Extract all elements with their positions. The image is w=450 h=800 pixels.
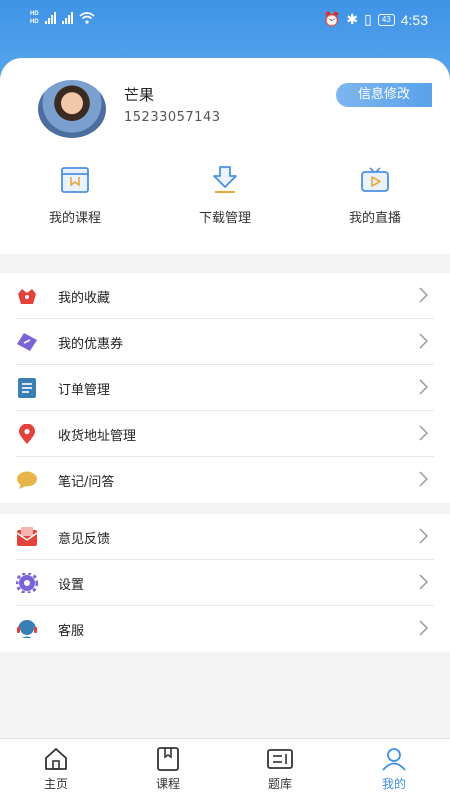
chevron-right-icon — [419, 528, 428, 544]
signal-icon — [44, 12, 56, 24]
quick-download-manage[interactable]: 下载管理 — [170, 165, 280, 226]
battery-icon: 43 — [377, 13, 395, 26]
quick-label: 我的课程 — [48, 211, 101, 226]
chevron-right-icon — [419, 379, 428, 395]
download-icon — [213, 166, 237, 193]
live-tv-icon — [361, 167, 389, 192]
question-bank-icon — [267, 749, 293, 769]
chat-bubble-icon — [17, 471, 37, 489]
menu-item-coupons[interactable]: 我的优惠券 — [16, 319, 434, 365]
bluetooth-icon: ✱ — [346, 11, 359, 27]
bottom-tab-bar: 主页 课程 题库 我的 — [0, 738, 450, 800]
order-icon — [18, 378, 36, 398]
avatar[interactable] — [38, 80, 106, 138]
chevron-right-icon — [419, 574, 428, 590]
network-type-icon: HD HD — [30, 11, 39, 25]
menu-label: 订单管理 — [58, 383, 111, 398]
menu-label: 笔记/问答 — [58, 475, 115, 490]
chevron-right-icon — [419, 287, 428, 303]
menu-item-notes-qa[interactable]: 笔记/问答 — [16, 457, 434, 503]
status-bar: HD HD ⏰ ✱ ▯ 43 4:53 — [0, 0, 450, 40]
menu-label: 设置 — [58, 578, 85, 593]
tab-label: 我的 — [381, 777, 406, 791]
chevron-right-icon — [419, 471, 428, 487]
menu-group-secondary: 意见反馈 设置 客服 — [0, 514, 450, 652]
menu-item-settings[interactable]: 设置 — [16, 560, 434, 606]
home-icon — [45, 748, 67, 770]
menu-item-orders[interactable]: 订单管理 — [16, 365, 434, 411]
menu-label: 我的优惠券 — [58, 337, 124, 352]
alarm-icon: ⏰ — [322, 11, 341, 27]
menu-label: 意见反馈 — [58, 532, 111, 547]
quick-my-live[interactable]: 我的直播 — [320, 165, 430, 226]
tab-label: 课程 — [155, 777, 180, 791]
wifi-icon — [79, 12, 95, 24]
customer-service-icon — [17, 620, 37, 638]
menu-group-primary: 我的收藏 我的优惠券 订单管理 收货地址管理 笔记/问答 — [0, 273, 450, 503]
feedback-icon — [16, 527, 38, 546]
menu-item-address[interactable]: 收货地址管理 — [16, 411, 434, 457]
course-icon — [157, 747, 179, 771]
tab-courses[interactable]: 课程 — [128, 747, 208, 792]
tab-label: 主页 — [43, 777, 68, 791]
menu-label: 收货地址管理 — [58, 429, 137, 444]
vibrate-icon: ▯ — [364, 11, 372, 27]
tab-question-bank[interactable]: 题库 — [240, 747, 320, 792]
location-pin-icon — [19, 424, 35, 444]
quick-label: 下载管理 — [198, 211, 251, 226]
clock: 4:53 — [400, 11, 428, 28]
chevron-right-icon — [419, 333, 428, 349]
signal-icon-2 — [61, 12, 73, 24]
favorite-icon — [18, 289, 36, 304]
chevron-right-icon — [419, 425, 428, 441]
quick-label: 我的直播 — [348, 211, 401, 226]
settings-gear-icon — [16, 573, 38, 593]
coupon-icon — [17, 333, 37, 351]
quick-my-courses[interactable]: 我的课程 — [20, 165, 130, 226]
menu-item-favorites[interactable]: 我的收藏 — [16, 273, 434, 319]
edit-info-button[interactable]: 信息修改 — [336, 83, 432, 107]
course-book-icon — [61, 167, 89, 193]
chevron-right-icon — [419, 620, 428, 636]
tab-home[interactable]: 主页 — [16, 747, 96, 792]
tab-mine[interactable]: 我的 — [354, 747, 434, 792]
user-phone: 15233057143 — [124, 110, 221, 125]
menu-item-feedback[interactable]: 意见反馈 — [16, 514, 434, 560]
menu-item-customer-service[interactable]: 客服 — [16, 606, 434, 652]
menu-label: 客服 — [58, 624, 85, 639]
tab-label: 题库 — [267, 777, 292, 791]
user-name: 芒果 — [124, 86, 155, 104]
profile-icon — [382, 748, 406, 771]
menu-label: 我的收藏 — [58, 291, 111, 306]
